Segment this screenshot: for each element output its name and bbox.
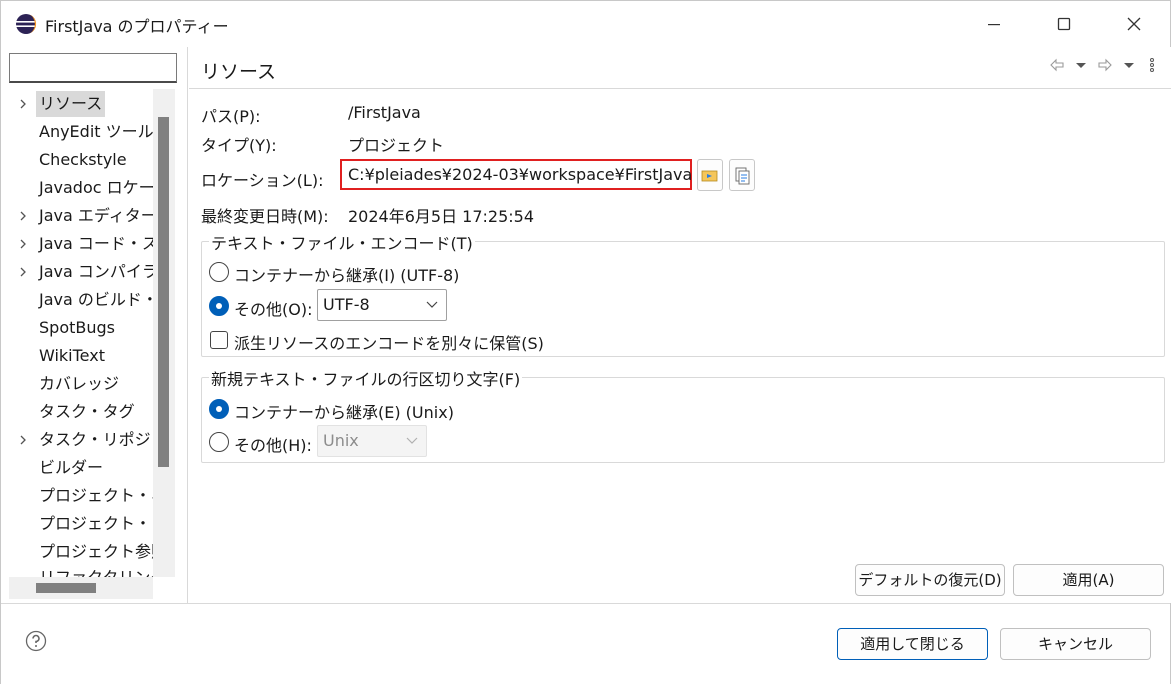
tree-item-task-repository[interactable]: タスク・リポジトリー: [9, 427, 153, 453]
tree-item-anyedit[interactable]: AnyEdit ツール: [9, 119, 153, 145]
tree-item-builders[interactable]: ビルダー: [9, 455, 153, 481]
tree-item-checkstyle[interactable]: Checkstyle: [9, 147, 153, 173]
forward-arrow-icon[interactable]: [1095, 55, 1115, 75]
chevron-right-icon[interactable]: [18, 267, 28, 277]
tree-item-java-code-style[interactable]: Java コード・スタイル: [9, 231, 153, 257]
last-modified-label: 最終変更日時(M):: [201, 207, 329, 226]
window-title: FirstJava のプロパティー: [45, 17, 229, 36]
copy-icon: [735, 167, 750, 185]
encoding-select[interactable]: UTF-8: [317, 289, 447, 321]
help-icon[interactable]: [25, 630, 47, 652]
tree-item-java-editor[interactable]: Java エディター: [9, 203, 153, 229]
tree-item-java-build-path[interactable]: Java のビルド・パス: [9, 287, 153, 313]
tree-item-project-facets[interactable]: プロジェクト・ファセット: [9, 511, 153, 537]
apply-button[interactable]: 適用(A): [1013, 564, 1164, 596]
eclipse-icon: [16, 14, 37, 34]
maximize-button[interactable]: [1029, 1, 1099, 47]
tree-item-coverage[interactable]: カバレッジ: [9, 371, 153, 397]
tree-item-spotbugs[interactable]: SpotBugs: [9, 315, 153, 341]
view-menu-icon[interactable]: [1142, 55, 1162, 75]
maximize-icon: [1057, 17, 1071, 31]
type-value: プロジェクト: [348, 136, 445, 155]
tree-vertical-scrollbar[interactable]: [153, 89, 175, 577]
minimize-button[interactable]: [959, 1, 1029, 47]
chevron-right-icon[interactable]: [18, 211, 28, 221]
close-icon: [1127, 17, 1141, 31]
tree-item-resource[interactable]: リソース: [9, 91, 153, 117]
tree-item-project-references[interactable]: プロジェクト参照: [9, 539, 153, 565]
chevron-down-icon: [406, 437, 418, 444]
page-title: リソース: [201, 61, 277, 83]
dropdown-icon[interactable]: [1119, 55, 1139, 75]
dialog-footer: 適用して閉じる キャンセル: [1, 603, 1170, 684]
encoding-other-radio[interactable]: [209, 296, 229, 316]
chevron-down-icon: [426, 301, 438, 308]
close-button[interactable]: [1099, 1, 1169, 47]
tree-item-javadoc-location[interactable]: Javadoc ロケーション: [9, 175, 153, 201]
text-encoding-group-title: テキスト・ファイル・エンコード(T): [209, 230, 475, 254]
filter-input[interactable]: [9, 53, 177, 83]
tree-item-wikitext[interactable]: WikiText: [9, 343, 153, 369]
text-encoding-group: テキスト・ファイル・エンコード(T) コンテナーから継承(I) (UTF-8) …: [201, 230, 1165, 357]
path-label: パス(P):: [201, 107, 261, 126]
preference-tree: リソース AnyEdit ツール Checkstyle Javadoc ロケーシ…: [9, 89, 153, 577]
delimiter-inherit-radio[interactable]: [209, 399, 229, 419]
delimiter-inherit-label[interactable]: コンテナーから継承(E) (Unix): [234, 399, 454, 423]
last-modified-value: 2024年6月5日 17:25:54: [348, 207, 535, 226]
title-bar[interactable]: FirstJava のプロパティー: [1, 1, 1170, 47]
chevron-right-icon[interactable]: [18, 435, 28, 445]
minimize-icon: [988, 24, 1000, 26]
derived-encoding-label[interactable]: 派生リソースのエンコードを別々に保管(S): [234, 330, 544, 354]
tree-item-task-tags[interactable]: タスク・タグ: [9, 399, 153, 425]
delimiter-select[interactable]: Unix: [317, 425, 427, 457]
delimiter-other-label[interactable]: その他(H):: [234, 432, 312, 456]
location-field[interactable]: C:¥pleiades¥2024-03¥workspace¥FirstJava: [340, 159, 692, 190]
delimiter-select-value: Unix: [323, 431, 359, 450]
chevron-right-icon[interactable]: [18, 99, 28, 109]
horizontal-scroll-thumb[interactable]: [36, 583, 96, 593]
tree-item-java-compiler[interactable]: Java コンパイラー: [9, 259, 153, 285]
location-value: C:¥pleiades¥2024-03¥workspace¥FirstJava: [348, 165, 693, 184]
tree-horizontal-scrollbar[interactable]: [9, 577, 153, 599]
open-folder-icon: [701, 170, 718, 182]
back-arrow-icon[interactable]: [1047, 55, 1067, 75]
dropdown-icon[interactable]: [1071, 55, 1091, 75]
encoding-inherit-label[interactable]: コンテナーから継承(I) (UTF-8): [234, 262, 459, 286]
show-in-explorer-button[interactable]: [697, 159, 723, 191]
restore-defaults-button[interactable]: デフォルトの復元(D): [855, 564, 1005, 596]
type-label: タイプ(Y):: [201, 136, 277, 155]
apply-and-close-button[interactable]: 適用して閉じる: [837, 628, 988, 660]
vertical-scroll-thumb[interactable]: [158, 117, 169, 467]
page-header: リソース: [189, 47, 1171, 89]
path-value: /FirstJava: [348, 103, 421, 122]
encoding-select-value: UTF-8: [323, 295, 370, 314]
chevron-right-icon[interactable]: [18, 239, 28, 249]
tree-item-project-natures[interactable]: プロジェクト・ネーチャー: [9, 483, 153, 509]
cancel-button[interactable]: キャンセル: [1000, 628, 1151, 660]
properties-dialog: FirstJava のプロパティー リソース AnyEdit ツール Check…: [0, 0, 1171, 684]
line-delimiter-group: 新規テキスト・ファイルの行区切り文字(F) コンテナーから継承(E) (Unix…: [201, 366, 1165, 463]
encoding-other-label[interactable]: その他(O):: [234, 296, 312, 320]
location-label: ロケーション(L):: [201, 171, 324, 190]
resource-page-content: パス(P): /FirstJava タイプ(Y): プロジェクト ロケーション(…: [189, 89, 1171, 603]
preference-tree-panel: リソース AnyEdit ツール Checkstyle Javadoc ロケーシ…: [1, 47, 188, 603]
copy-location-button[interactable]: [729, 159, 755, 191]
tree-item-refactoring[interactable]: リファクタリング: [9, 565, 153, 577]
line-delimiter-group-title: 新規テキスト・ファイルの行区切り文字(F): [209, 366, 523, 390]
encoding-inherit-radio[interactable]: [209, 262, 229, 282]
derived-encoding-checkbox[interactable]: [210, 331, 228, 349]
delimiter-other-radio[interactable]: [209, 432, 229, 452]
